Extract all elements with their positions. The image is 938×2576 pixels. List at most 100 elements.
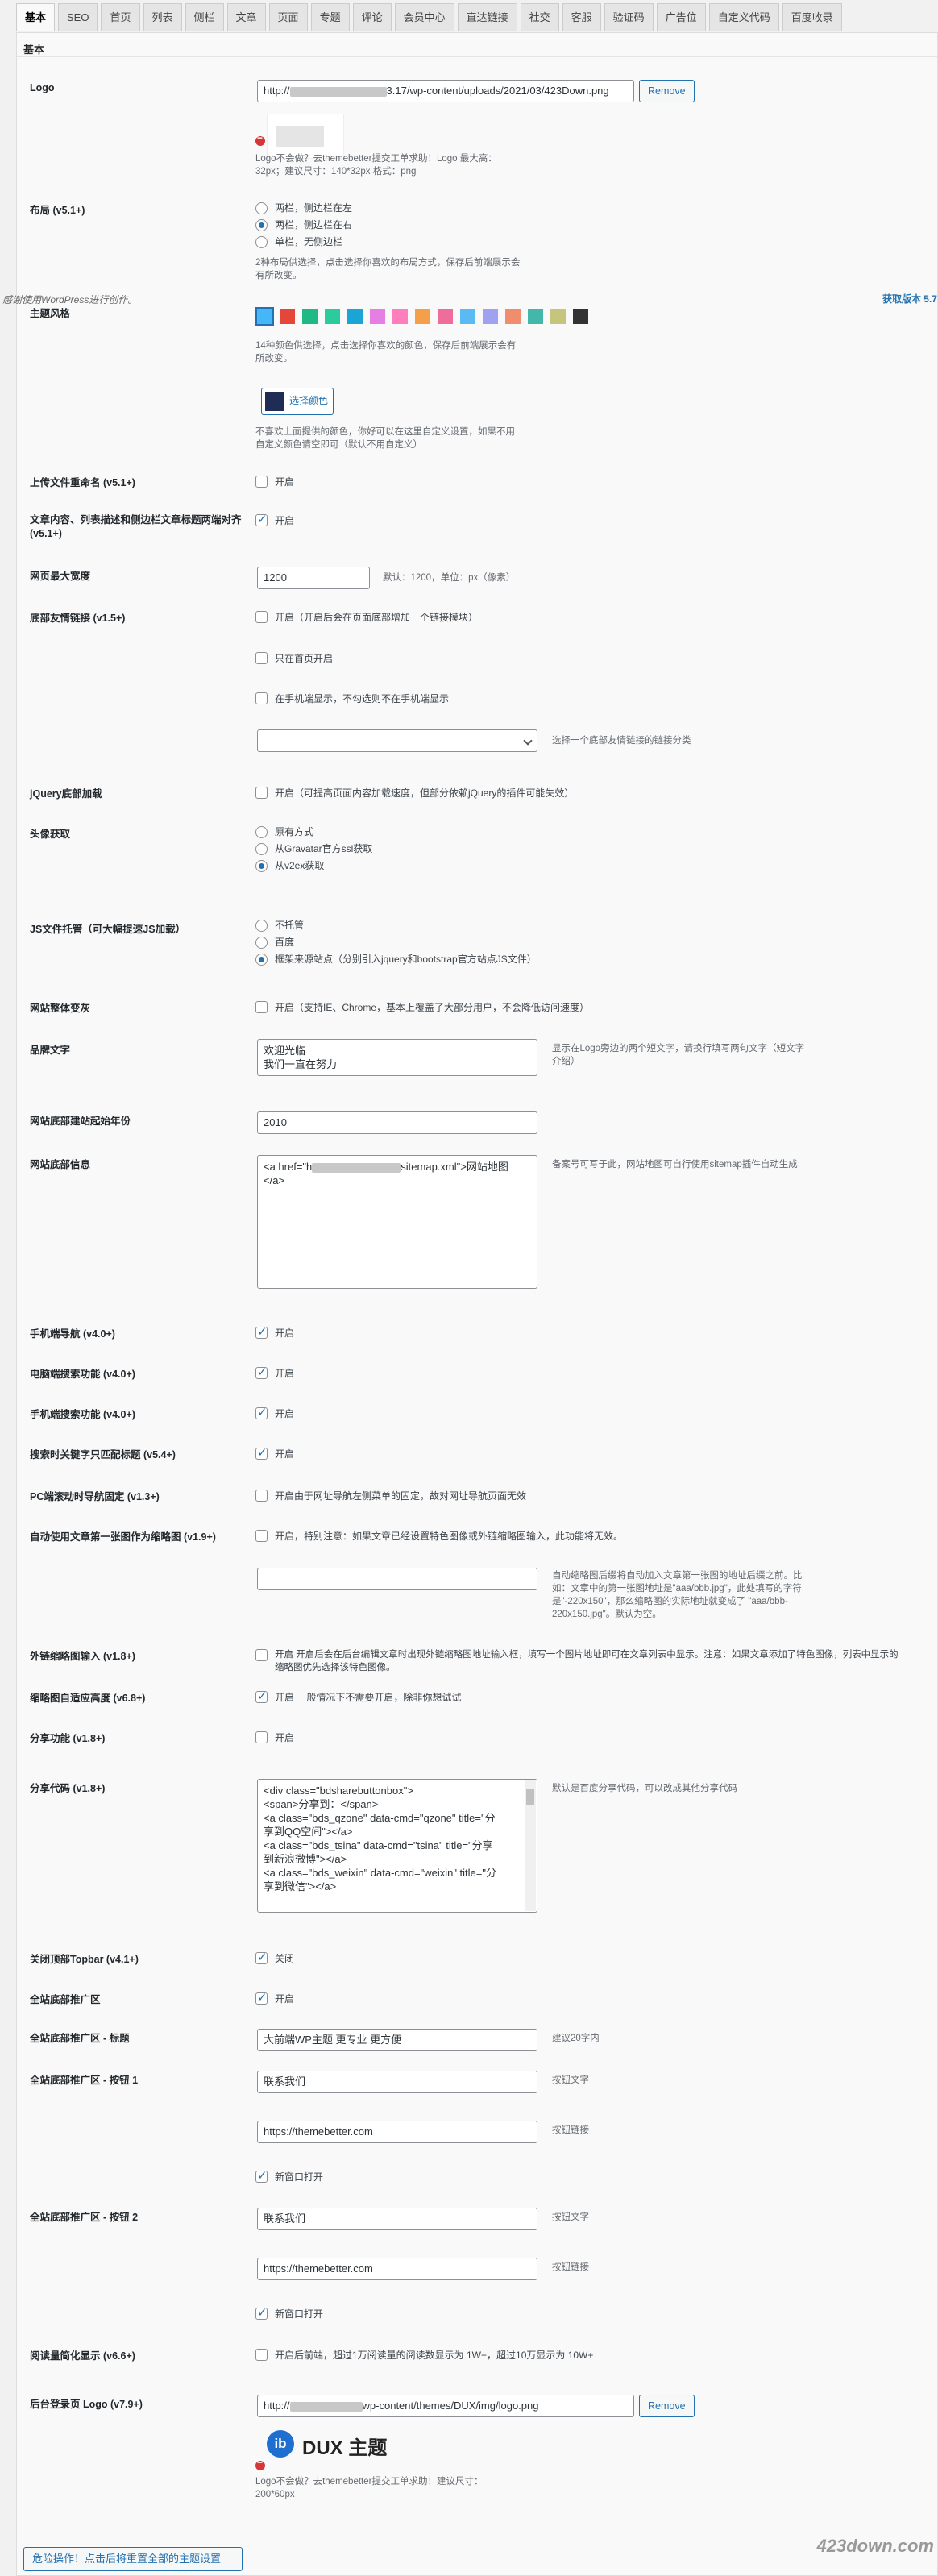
tab-article[interactable]: 文章: [226, 3, 266, 31]
btn2-link-input[interactable]: https://themebetter.com: [257, 2258, 537, 2280]
color-swatch[interactable]: [325, 309, 340, 324]
btn1-newwin-checkbox[interactable]: [255, 2168, 268, 2183]
color-swatch[interactable]: [255, 307, 274, 326]
btn2-text-input[interactable]: 联系我们: [257, 2208, 537, 2230]
pc-search-checkbox[interactable]: [255, 1365, 268, 1379]
friendlinks-checkbox[interactable]: [255, 611, 268, 623]
thumb-height-checkbox[interactable]: [255, 1689, 268, 1703]
tab-captcha[interactable]: 验证码: [604, 3, 654, 31]
logo-remove-icon[interactable]: [255, 132, 265, 146]
friendlinks-category-select[interactable]: [257, 729, 537, 752]
section-title: 基本: [17, 33, 937, 57]
version-link[interactable]: 获取版本 5.7: [882, 293, 937, 306]
color-swatch[interactable]: [550, 309, 566, 324]
layout-option-2: 两栏，侧边栏在右: [275, 219, 353, 231]
jshost-radio-3[interactable]: [255, 954, 268, 966]
tab-list[interactable]: 列表: [143, 3, 182, 31]
tab-direct-link[interactable]: 直达链接: [457, 3, 517, 31]
color-swatch[interactable]: [392, 309, 408, 324]
since-input[interactable]: 2010: [257, 1111, 537, 1134]
btn1-link-input[interactable]: https://themebetter.com: [257, 2121, 537, 2143]
tab-topic[interactable]: 专题: [310, 3, 350, 31]
share-code-desc: 默认是百度分享代码，可以改成其他分享代码: [552, 1784, 737, 1793]
reset-theme-button[interactable]: 危险操作！点击后将重置全部的主题设置: [23, 2547, 243, 2571]
tab-comment[interactable]: 评论: [352, 3, 392, 31]
tab-seo[interactable]: SEO: [58, 3, 98, 31]
promo-title-input[interactable]: 大前端WP主题 更专业 更方便: [257, 2029, 537, 2051]
color-swatch[interactable]: [347, 309, 363, 324]
footer-textarea[interactable]: <a href="h sitemap.xml">网站地图 </a>: [257, 1155, 537, 1289]
auto-thumb-suffix-input[interactable]: [257, 1568, 537, 1590]
share-code-textarea[interactable]: <div class="bdsharebuttonbox"> <span>分享到：…: [257, 1779, 537, 1913]
tab-service[interactable]: 客服: [562, 3, 601, 31]
grayscale-checkbox[interactable]: [255, 1001, 268, 1013]
avatar-radio-1[interactable]: [255, 826, 268, 838]
layout-radio-3[interactable]: [255, 236, 268, 248]
tab-ads[interactable]: 广告位: [656, 3, 706, 31]
auto-thumb-text: 开启，特别注意：如果文章已经设置特色图像或外链缩略图输入，此功能将无效。: [275, 1531, 624, 1542]
rename-label: 上传文件重命名 (v5.1+): [30, 477, 135, 488]
tab-home[interactable]: 首页: [101, 3, 140, 31]
tab-page[interactable]: 页面: [268, 3, 308, 31]
share-checkbox[interactable]: [255, 1731, 268, 1743]
share-code-scrollbar[interactable]: [525, 1780, 536, 1911]
footer-desc: 备案号可写于此，网站地图可自行使用sitemap插件自动生成: [552, 1160, 798, 1170]
tab-custom-code[interactable]: 自定义代码: [708, 3, 779, 31]
pc-scroll-label: PC端滚动时导航固定 (v1.3+): [30, 1491, 160, 1502]
align-checkbox[interactable]: [255, 512, 268, 526]
color-swatch[interactable]: [483, 309, 498, 324]
topbar-checkbox[interactable]: [255, 1950, 268, 1964]
color-picker-button[interactable]: 选择颜色: [261, 388, 334, 415]
auto-thumb-checkbox[interactable]: [255, 1530, 268, 1542]
tab-member[interactable]: 会员中心: [394, 3, 454, 31]
avatar-radio-2[interactable]: [255, 843, 268, 855]
color-swatch[interactable]: [573, 309, 588, 324]
logo-remove-button[interactable]: Remove: [639, 80, 695, 102]
logo-url-input[interactable]: http://3.17/wp-content/uploads/2021/03/4…: [257, 80, 634, 102]
rename-checkbox[interactable]: [255, 476, 268, 488]
maxwidth-input[interactable]: 1200: [257, 567, 370, 589]
friendlinks-mobile-checkbox[interactable]: [255, 692, 268, 704]
color-swatch[interactable]: [280, 309, 295, 324]
login-logo-remove-button[interactable]: Remove: [639, 2395, 695, 2417]
align-label: 文章内容、列表描述和侧边栏文章标题两端对齐 (v5.1+): [30, 514, 242, 539]
color-swatch[interactable]: [302, 309, 318, 324]
tab-sidebar[interactable]: 侧栏: [185, 3, 224, 31]
color-swatch[interactable]: [438, 309, 453, 324]
color-swatch[interactable]: [505, 309, 521, 324]
btn2-newwin-checkbox[interactable]: [255, 2305, 268, 2320]
settings-panel: 基本 Logo http://3.17/wp-content/uploads/2…: [2, 32, 938, 2576]
m-nav-checkbox[interactable]: [255, 1324, 268, 1339]
jshost-radio-1[interactable]: [255, 920, 268, 932]
jshost-radio-2[interactable]: [255, 937, 268, 949]
tab-social[interactable]: 社交: [520, 3, 559, 31]
color-swatch[interactable]: [370, 309, 385, 324]
pc-search-label: 电脑端搜索功能 (v4.0+): [30, 1369, 135, 1380]
login-logo-url-input[interactable]: http://wp-content/themes/DUX/img/logo.pn…: [257, 2395, 634, 2417]
tab-baidu[interactable]: 百度收录: [782, 3, 842, 31]
layout-radio-1[interactable]: [255, 202, 268, 214]
ext-thumb-checkbox[interactable]: [255, 1649, 268, 1661]
color-swatch[interactable]: [528, 309, 543, 324]
m-search-checkbox[interactable]: [255, 1405, 268, 1419]
pc-scroll-checkbox[interactable]: [255, 1490, 268, 1502]
search-match-checkbox[interactable]: [255, 1445, 268, 1460]
btn1-text-input[interactable]: 联系我们: [257, 2071, 537, 2093]
friendlinks-home-checkbox[interactable]: [255, 652, 268, 664]
layout-radio-2[interactable]: [255, 219, 268, 231]
jshost-label: JS文件托管（可大幅提速JS加载）: [30, 924, 186, 935]
color-swatch[interactable]: [415, 309, 430, 324]
login-logo-remove-icon[interactable]: [255, 2457, 265, 2470]
color-swatch[interactable]: [460, 309, 475, 324]
friendlinks-home-text: 只在首页开启: [275, 653, 334, 664]
promo-checkbox[interactable]: [255, 1990, 268, 2005]
brand-textarea[interactable]: 欢迎光临 我们一直在努力: [257, 1039, 537, 1076]
tab-basic[interactable]: 基本: [16, 3, 56, 31]
maxwidth-label: 网页最大宽度: [30, 571, 91, 582]
jquery-checkbox[interactable]: [255, 787, 268, 799]
align-text: 开启: [275, 515, 295, 526]
readcount-checkbox[interactable]: [255, 2349, 268, 2361]
blurred-url: [312, 1162, 401, 1173]
avatar-radio-3[interactable]: [255, 860, 268, 872]
watermark-logo: 423down.com: [816, 2536, 934, 2556]
